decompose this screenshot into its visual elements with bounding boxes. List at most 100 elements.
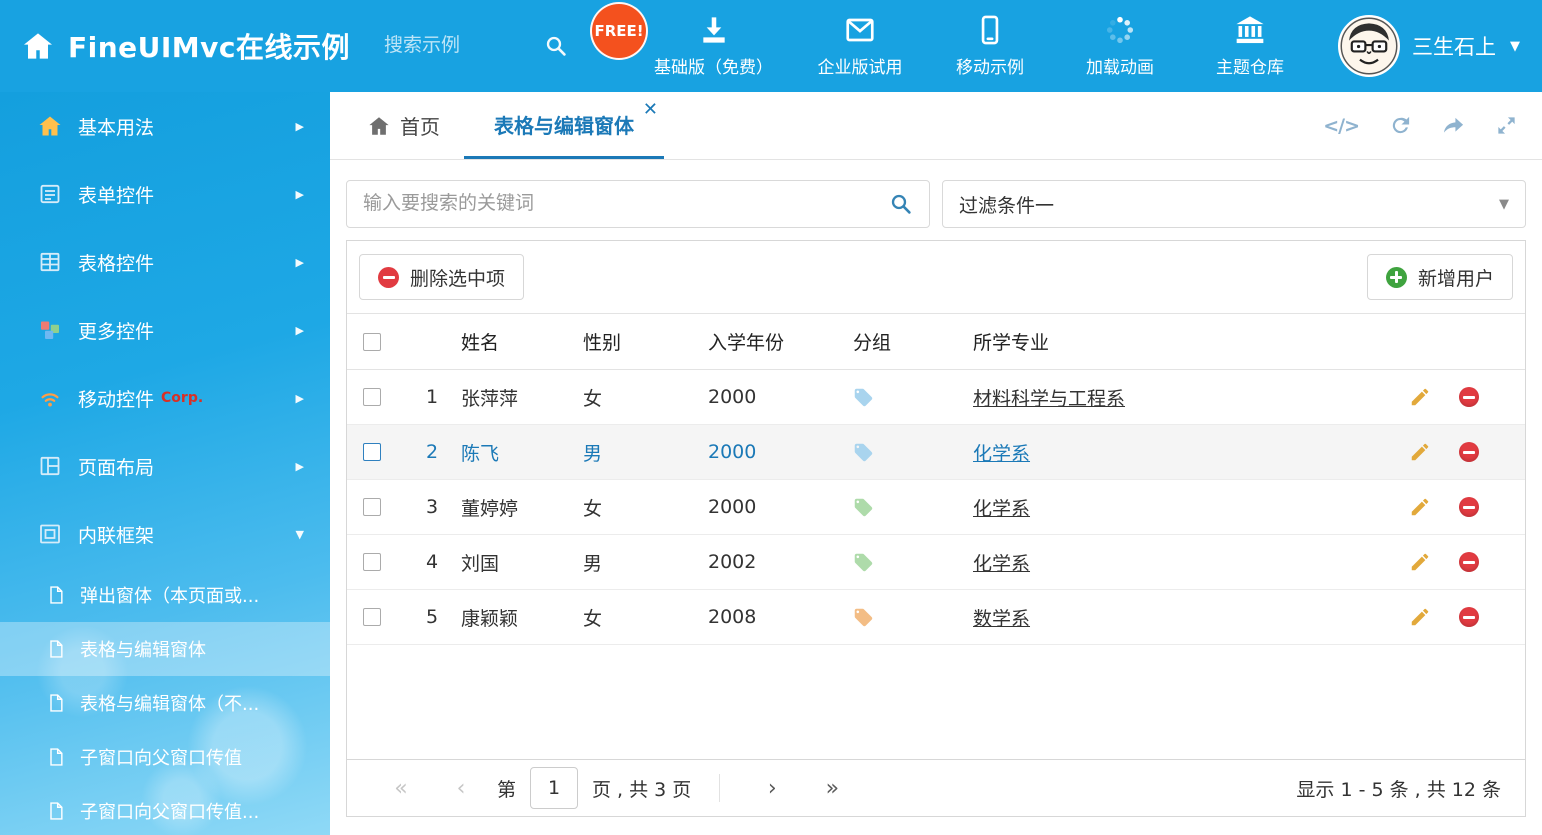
cell-gender: 女 — [583, 604, 708, 631]
pagination-bar: « ‹ 第 页 , 共 3 页 › » 显示 1 - 5 条 , 共 12 条 — [347, 759, 1525, 816]
major-link[interactable]: 材料科学与工程系 — [973, 388, 1125, 410]
nav-loading-animation[interactable]: 加载动画 — [1077, 14, 1163, 78]
cell-gender: 男 — [583, 439, 708, 466]
nav-mobile-demo[interactable]: 移动示例 — [947, 14, 1033, 78]
user-menu[interactable]: 三生石上 ▼ — [1338, 15, 1520, 77]
first-page-icon[interactable]: « — [371, 776, 431, 801]
select-all-checkbox[interactable] — [363, 333, 381, 351]
nav-label: 加载动画 — [1086, 53, 1154, 78]
nav-theme-repo[interactable]: 主题仓库 — [1207, 14, 1293, 78]
table-row[interactable]: 1 张萍萍 女 2000 材料科学与工程系 — [347, 370, 1525, 425]
table-row[interactable]: 3 董婷婷 女 2000 化学系 — [347, 480, 1525, 535]
sidebar-item-grid-controls[interactable]: 表格控件 ▶ — [0, 228, 330, 296]
delete-icon[interactable] — [1459, 497, 1479, 517]
table-row[interactable]: 5 康颖颖 女 2008 数学系 — [347, 590, 1525, 645]
major-link[interactable]: 化学系 — [973, 443, 1030, 465]
cell-gender: 男 — [583, 549, 708, 576]
home-logo-icon[interactable] — [22, 30, 54, 62]
table-icon — [38, 250, 62, 274]
column-major: 所学专业 — [973, 328, 1409, 355]
keyword-search-input[interactable] — [363, 193, 889, 215]
tab-home[interactable]: 首页 — [344, 92, 464, 159]
major-link[interactable]: 化学系 — [973, 498, 1030, 520]
row-number: 2 — [403, 441, 461, 463]
view-source-icon[interactable]: </> — [1323, 115, 1359, 137]
corp-badge: Corp. — [161, 390, 203, 406]
next-page-icon[interactable]: › — [742, 776, 802, 801]
sidebar-item-mobile-controls[interactable]: 移动控件 Corp. ▶ — [0, 364, 330, 432]
sidebar-item-iframe[interactable]: 内联框架 ▼ — [0, 500, 330, 568]
cell-year: 2000 — [708, 441, 853, 463]
sidebar-subitem-popup-window[interactable]: 弹出窗体（本页面或... — [0, 568, 330, 622]
prev-page-icon[interactable]: ‹ — [431, 776, 491, 801]
delete-selected-button[interactable]: 删除选中项 — [359, 254, 524, 300]
row-checkbox[interactable] — [363, 498, 381, 516]
delete-icon[interactable] — [1459, 442, 1479, 462]
header-search-input[interactable] — [384, 35, 544, 57]
chevron-right-icon: ▶ — [296, 256, 304, 269]
cell-year: 2000 — [708, 496, 853, 518]
cell-year: 2008 — [708, 606, 853, 628]
cell-name: 刘国 — [461, 549, 583, 576]
cell-year: 2002 — [708, 551, 853, 573]
last-page-icon[interactable]: » — [802, 776, 862, 801]
edit-icon[interactable] — [1409, 441, 1431, 463]
edit-icon[interactable] — [1409, 386, 1431, 408]
sidebar-subitem-child-to-parent-2[interactable]: 子窗口向父窗口传值... — [0, 784, 330, 835]
document-icon — [46, 639, 66, 659]
nav-basic-free[interactable]: FREE! 基础版（免费） — [654, 14, 773, 78]
nav-label: 移动示例 — [956, 53, 1024, 78]
tag-icon — [853, 552, 874, 573]
close-icon[interactable]: ✕ — [643, 101, 658, 119]
user-name: 三生石上 — [1412, 31, 1496, 61]
sidebar-item-basic-usage[interactable]: 基本用法 ▶ — [0, 92, 330, 160]
sidebar-subitem-grid-edit-window-2[interactable]: 表格与编辑窗体（不... — [0, 676, 330, 730]
tab-bar: 首页 表格与编辑窗体 ✕ </> — [330, 92, 1542, 160]
delete-icon[interactable] — [1459, 607, 1479, 627]
search-icon[interactable] — [889, 192, 913, 216]
edit-icon[interactable] — [1409, 496, 1431, 518]
tag-icon — [853, 497, 874, 518]
row-checkbox[interactable] — [363, 443, 381, 461]
tag-icon — [853, 442, 874, 463]
edit-icon[interactable] — [1409, 551, 1431, 573]
add-user-button[interactable]: 新增用户 — [1367, 254, 1513, 300]
major-link[interactable]: 数学系 — [973, 608, 1030, 630]
row-checkbox[interactable] — [363, 553, 381, 571]
page-number-input[interactable] — [530, 767, 578, 809]
bank-icon — [1234, 14, 1266, 46]
filter-dropdown[interactable]: 过滤条件一 ▼ — [942, 180, 1526, 228]
top-header: FineUIMvc在线示例 FREE! 基础版（免费） 企业版试用 移动示例 加… — [0, 0, 1542, 92]
nav-enterprise-trial[interactable]: 企业版试用 — [817, 14, 903, 78]
major-link[interactable]: 化学系 — [973, 553, 1030, 575]
caret-down-icon: ▼ — [1510, 39, 1520, 54]
row-number: 5 — [403, 606, 461, 628]
row-checkbox[interactable] — [363, 388, 381, 406]
sidebar-item-form-controls[interactable]: 表单控件 ▶ — [0, 160, 330, 228]
edit-icon[interactable] — [1409, 606, 1431, 628]
refresh-icon[interactable] — [1389, 114, 1412, 137]
sidebar-subitem-child-to-parent[interactable]: 子窗口向父窗口传值 — [0, 730, 330, 784]
row-number: 1 — [403, 386, 461, 408]
home-icon — [368, 115, 390, 137]
share-icon[interactable] — [1442, 114, 1465, 137]
download-icon — [698, 14, 730, 46]
spinner-icon — [1104, 14, 1136, 46]
search-icon[interactable] — [544, 34, 568, 58]
table-row[interactable]: 4 刘国 男 2002 化学系 — [347, 535, 1525, 590]
sidebar: 基本用法 ▶ 表单控件 ▶ 表格控件 ▶ 更多控件 ▶ 移动控件 Cor — [0, 92, 330, 835]
sidebar-subitem-grid-edit-window[interactable]: 表格与编辑窗体 — [0, 622, 330, 676]
delete-icon[interactable] — [1459, 387, 1479, 407]
expand-icon[interactable] — [1495, 114, 1518, 137]
delete-icon[interactable] — [1459, 552, 1479, 572]
app-title: FineUIMvc在线示例 — [68, 26, 350, 66]
header-search — [384, 34, 594, 58]
sidebar-item-more-controls[interactable]: 更多控件 ▶ — [0, 296, 330, 364]
table-row-selected[interactable]: 2 陈飞 男 2000 化学系 — [347, 425, 1525, 480]
sidebar-item-page-layout[interactable]: 页面布局 ▶ — [0, 432, 330, 500]
document-icon — [46, 585, 66, 605]
tab-grid-edit-window[interactable]: 表格与编辑窗体 ✕ — [464, 92, 664, 159]
row-checkbox[interactable] — [363, 608, 381, 626]
column-group: 分组 — [853, 328, 973, 355]
cell-name: 张萍萍 — [461, 384, 583, 411]
